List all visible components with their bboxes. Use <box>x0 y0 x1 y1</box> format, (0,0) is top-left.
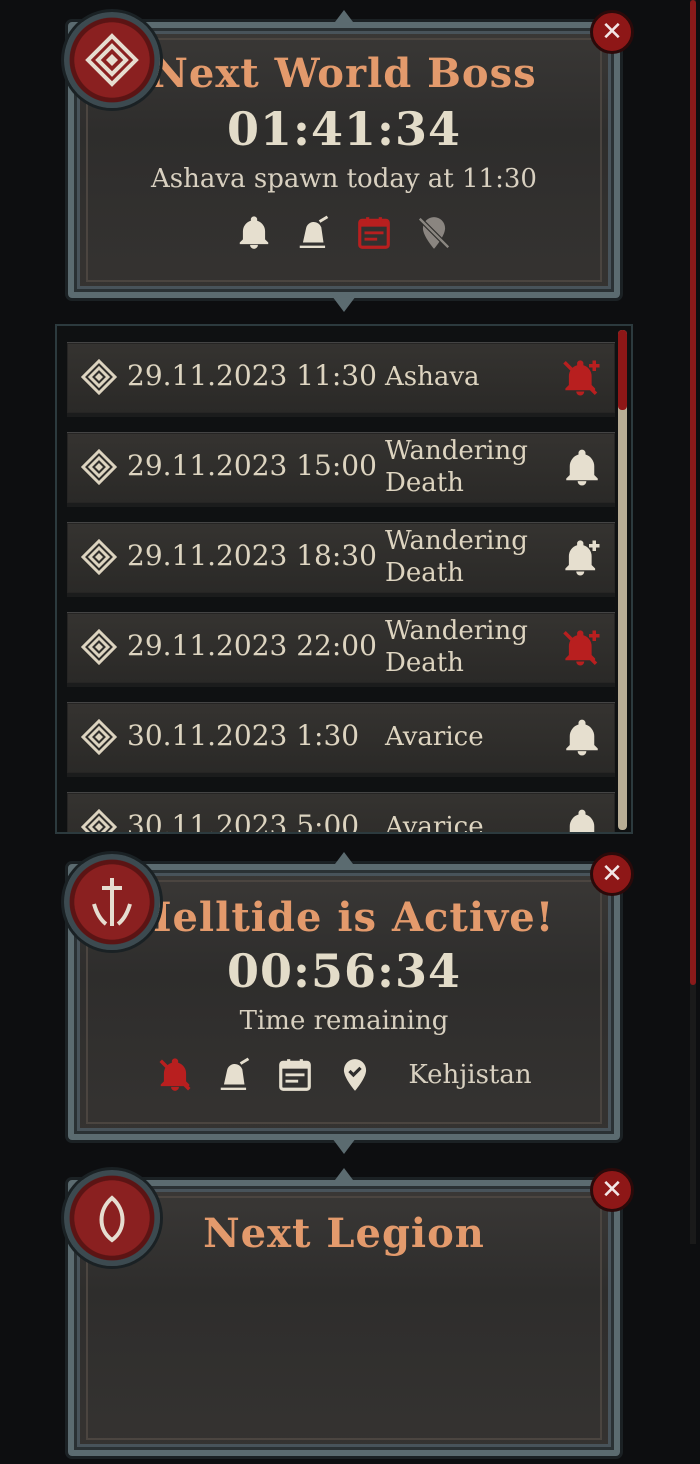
schedule-scrollbar-thumb[interactable] <box>618 330 627 410</box>
diamond-icon <box>81 539 117 575</box>
schedule-date: 30.11.2023 1:30 <box>127 719 360 752</box>
helltide-timer: 00:56:34 <box>226 944 461 998</box>
bell-icon[interactable] <box>561 717 603 759</box>
diamond-icon <box>81 449 117 485</box>
world-boss-schedule-list[interactable]: 29.11.2023 11:30 Ashava 29.11.2023 15:00… <box>55 324 633 834</box>
bell-off-plus-icon[interactable] <box>561 627 603 669</box>
world-boss-card: Next World Boss 01:41:34 Ashava spawn to… <box>60 10 634 312</box>
helltide-emblem-icon <box>64 854 160 950</box>
diamond-icon <box>81 719 117 755</box>
helltide-subtitle: Time remaining <box>239 1006 449 1036</box>
calendar-icon[interactable] <box>276 1056 314 1094</box>
alarm-edit-icon[interactable] <box>295 214 333 252</box>
legion-emblem-icon <box>64 1170 160 1266</box>
schedule-row[interactable]: 30.11.2023 5:00 Avarice <box>67 792 615 834</box>
frame-ornament <box>332 296 356 312</box>
schedule-boss: Wandering Death <box>385 436 528 498</box>
world-boss-emblem-icon <box>64 12 160 108</box>
calendar-icon[interactable] <box>355 214 393 252</box>
bell-off-plus-icon[interactable] <box>561 357 603 399</box>
schedule-boss: Wandering Death <box>385 526 528 588</box>
location-off-icon[interactable] <box>415 214 453 252</box>
diamond-icon <box>81 359 117 395</box>
bell-off-icon[interactable] <box>156 1056 194 1094</box>
helltide-card: Helltide is Active! 00:56:34 Time remain… <box>60 852 634 1154</box>
schedule-boss: Ashava <box>385 362 480 392</box>
world-boss-actions <box>60 214 628 252</box>
bell-plus-icon[interactable] <box>561 537 603 579</box>
diamond-icon <box>81 809 117 832</box>
bell-icon[interactable] <box>561 807 603 834</box>
schedule-row[interactable]: 29.11.2023 11:30 Ashava <box>67 342 615 417</box>
frame-ornament <box>332 852 356 868</box>
alarm-edit-icon[interactable] <box>216 1056 254 1094</box>
legion-card: Next Legion ✕ <box>60 1168 634 1464</box>
bell-icon[interactable] <box>235 214 273 252</box>
schedule-row[interactable]: 29.11.2023 15:00 Wandering Death <box>67 432 615 507</box>
schedule-boss: Avarice <box>385 812 484 834</box>
close-helltide-button[interactable]: ✕ <box>590 852 634 896</box>
helltide-region: Kehjistan <box>408 1060 532 1090</box>
schedule-date: 30.11.2023 5:00 <box>127 809 360 834</box>
schedule-date: 29.11.2023 18:30 <box>127 539 377 572</box>
page-scrollbar[interactable] <box>690 0 696 1244</box>
schedule-scrollbar[interactable] <box>618 330 627 830</box>
schedule-date: 29.11.2023 22:00 <box>127 629 377 662</box>
bell-icon[interactable] <box>561 447 603 489</box>
schedule-row[interactable]: 29.11.2023 18:30 Wandering Death <box>67 522 615 597</box>
frame-ornament <box>332 1138 356 1154</box>
world-boss-subtitle: Ashava spawn today at 11:30 <box>151 164 537 194</box>
schedule-row[interactable]: 29.11.2023 22:00 Wandering Death <box>67 612 615 687</box>
schedule-boss: Avarice <box>385 722 484 752</box>
location-check-icon[interactable] <box>336 1056 374 1094</box>
page-scrollbar-thumb[interactable] <box>690 0 696 985</box>
close-world-boss-button[interactable]: ✕ <box>590 10 634 54</box>
close-legion-button[interactable]: ✕ <box>590 1168 634 1212</box>
schedule-boss: Wandering Death <box>385 616 528 678</box>
schedule-row[interactable]: 30.11.2023 1:30 Avarice <box>67 702 615 777</box>
helltide-actions: Kehjistan <box>60 1056 628 1094</box>
world-boss-timer: 01:41:34 <box>226 102 461 156</box>
schedule-date: 29.11.2023 11:30 <box>127 359 377 392</box>
frame-ornament <box>332 10 356 26</box>
schedule-date: 29.11.2023 15:00 <box>127 449 377 482</box>
frame-ornament <box>332 1168 356 1184</box>
diamond-icon <box>81 629 117 665</box>
